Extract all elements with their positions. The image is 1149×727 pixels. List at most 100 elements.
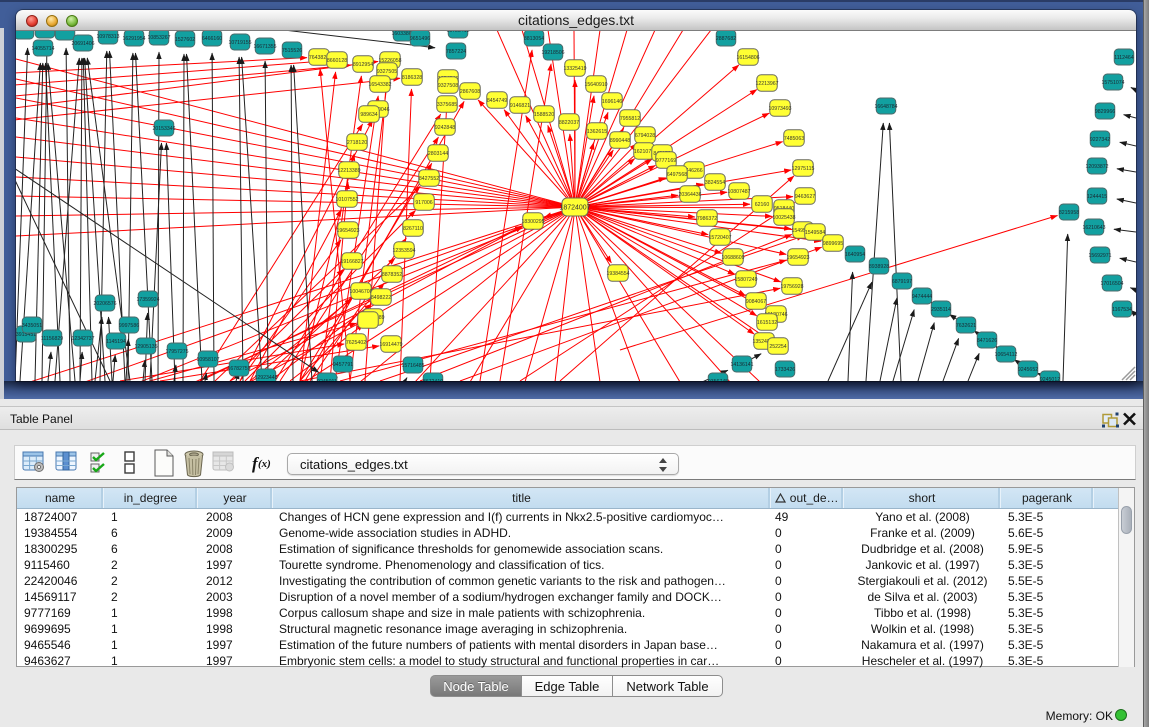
- svg-text:9463627: 9463627: [795, 194, 815, 200]
- svg-text:20206576: 20206576: [93, 301, 116, 307]
- svg-text:19384554: 19384554: [606, 271, 629, 277]
- svg-text:12342737: 12342737: [71, 336, 94, 342]
- svg-text:9899695: 9899695: [823, 241, 843, 247]
- svg-text:15716485: 15716485: [401, 363, 424, 369]
- svg-text:9997586: 9997586: [119, 323, 139, 329]
- svg-text:19218506: 19218506: [541, 50, 564, 56]
- svg-text:9245652: 9245652: [1018, 367, 1038, 373]
- svg-text:8267110: 8267110: [403, 226, 423, 232]
- svg-text:8990448: 8990448: [610, 138, 630, 144]
- svg-text:16782759: 16782759: [227, 366, 250, 372]
- svg-text:8427552: 8427552: [419, 176, 439, 182]
- svg-text:3435051: 3435051: [22, 323, 42, 329]
- svg-text:8822037: 8822037: [559, 120, 579, 126]
- svg-text:1244415: 1244415: [1087, 194, 1107, 200]
- svg-text:15640910: 15640910: [584, 82, 607, 88]
- svg-text:3375685: 3375685: [437, 102, 457, 108]
- svg-text:1733426: 1733426: [775, 367, 795, 373]
- svg-text:20691406: 20691406: [71, 41, 94, 47]
- svg-text:10973493: 10973493: [768, 106, 791, 112]
- svg-text:12923448: 12923448: [254, 375, 277, 381]
- svg-text:9227342: 9227342: [1090, 137, 1110, 143]
- svg-text:19756928: 19756928: [780, 284, 803, 290]
- svg-text:14055714: 14055714: [31, 46, 54, 52]
- svg-text:917006: 917006: [415, 200, 432, 206]
- svg-text:7986372: 7986372: [697, 216, 717, 222]
- svg-text:10025438: 10025438: [772, 215, 795, 221]
- svg-text:9777169: 9777169: [656, 158, 676, 164]
- svg-text:9084067: 9084067: [746, 299, 766, 305]
- svg-text:1588520: 1588520: [534, 112, 554, 118]
- svg-text:16154806: 16154806: [736, 55, 759, 61]
- svg-text:15723412: 15723412: [446, 31, 469, 34]
- svg-text:15720407: 15720407: [708, 235, 731, 241]
- svg-text:1362615: 1362615: [587, 129, 607, 135]
- svg-text:10807487: 10807487: [727, 189, 750, 195]
- svg-text:16671355: 16671355: [253, 44, 276, 50]
- svg-text:10853267: 10853267: [147, 35, 170, 41]
- svg-text:10654112: 10654112: [995, 352, 1018, 358]
- svg-text:8813054: 8813054: [524, 36, 544, 42]
- svg-text:8186328: 8186328: [402, 75, 422, 81]
- svg-text:9457791: 9457791: [333, 362, 353, 368]
- svg-text:16914479: 16914479: [379, 342, 402, 348]
- svg-text:1696146: 1696146: [602, 99, 622, 105]
- svg-text:15692971: 15692971: [1088, 253, 1111, 259]
- svg-text:15751074: 15751074: [1101, 80, 1124, 86]
- svg-text:9474444: 9474444: [912, 294, 932, 300]
- svg-text:15807249: 15807249: [734, 277, 757, 283]
- svg-text:13325419: 13325419: [563, 66, 586, 72]
- svg-text:18300295: 18300295: [521, 219, 544, 225]
- svg-text:10107552: 10107552: [335, 197, 358, 203]
- svg-text:1112464: 1112464: [1114, 55, 1134, 61]
- svg-text:17359924: 17359924: [136, 297, 159, 303]
- svg-text:989634: 989634: [360, 112, 377, 118]
- svg-text:19654923: 19654923: [336, 228, 359, 234]
- svg-text:9245011: 9245011: [317, 379, 337, 381]
- svg-text:12975115: 12975115: [792, 166, 815, 172]
- svg-text:2887682: 2887682: [716, 36, 736, 42]
- svg-text:9356745: 9356745: [708, 379, 728, 381]
- svg-text:6466160: 6466160: [202, 36, 222, 42]
- svg-text:11156829: 11156829: [41, 336, 63, 342]
- svg-text:19166827: 19166827: [340, 259, 363, 265]
- svg-text:6794028: 6794028: [635, 133, 655, 139]
- svg-text:8660128: 8660128: [327, 58, 347, 64]
- svg-text:2867608: 2867608: [460, 89, 480, 95]
- svg-text:1615132: 1615132: [757, 320, 777, 326]
- svg-text:(x): (x): [258, 458, 271, 470]
- svg-text:18724007: 18724007: [559, 205, 590, 212]
- svg-text:1527602: 1527602: [175, 37, 195, 43]
- svg-text:8454749: 8454749: [487, 98, 507, 104]
- svg-text:9327505: 9327505: [377, 69, 397, 75]
- svg-text:8215958: 8215958: [1059, 210, 1079, 216]
- svg-text:1145194: 1145194: [106, 339, 126, 345]
- svg-text:7955812: 7955812: [620, 116, 640, 122]
- svg-text:17016504: 17016504: [1100, 281, 1123, 287]
- svg-text:20364436: 20364436: [678, 192, 701, 198]
- svg-text:9146821: 9146821: [510, 103, 530, 109]
- svg-text:10978313: 10978313: [96, 34, 119, 40]
- svg-text:8471626: 8471626: [977, 338, 997, 344]
- svg-text:1549584: 1549584: [805, 230, 825, 236]
- svg-text:12213967: 12213967: [755, 81, 778, 87]
- svg-text:9829966: 9829966: [1095, 109, 1115, 115]
- svg-text:2803144: 2803144: [428, 151, 448, 157]
- svg-text:252254: 252254: [769, 344, 786, 350]
- svg-text:12213389: 12213389: [337, 168, 360, 174]
- svg-text:9651496: 9651496: [410, 36, 430, 42]
- svg-text:20153346: 20153346: [152, 126, 175, 132]
- svg-text:16543382: 16543382: [368, 82, 391, 88]
- svg-text:12093872: 12093872: [1085, 164, 1108, 170]
- svg-text:8912954: 8912954: [353, 62, 373, 68]
- svg-text:10688609: 10688609: [721, 255, 744, 261]
- svg-text:746266: 746266: [685, 168, 702, 174]
- svg-text:8878352: 8878352: [382, 272, 402, 278]
- svg-text:9245012: 9245012: [1040, 377, 1060, 381]
- svg-text:7485063: 7485063: [784, 136, 804, 142]
- svg-text:9242848: 9242848: [435, 125, 455, 131]
- svg-text:10046708: 10046708: [349, 289, 372, 295]
- svg-text:6879197: 6879197: [892, 279, 912, 285]
- svg-text:7625402: 7625402: [346, 340, 366, 346]
- svg-text:7515526: 7515526: [282, 48, 302, 54]
